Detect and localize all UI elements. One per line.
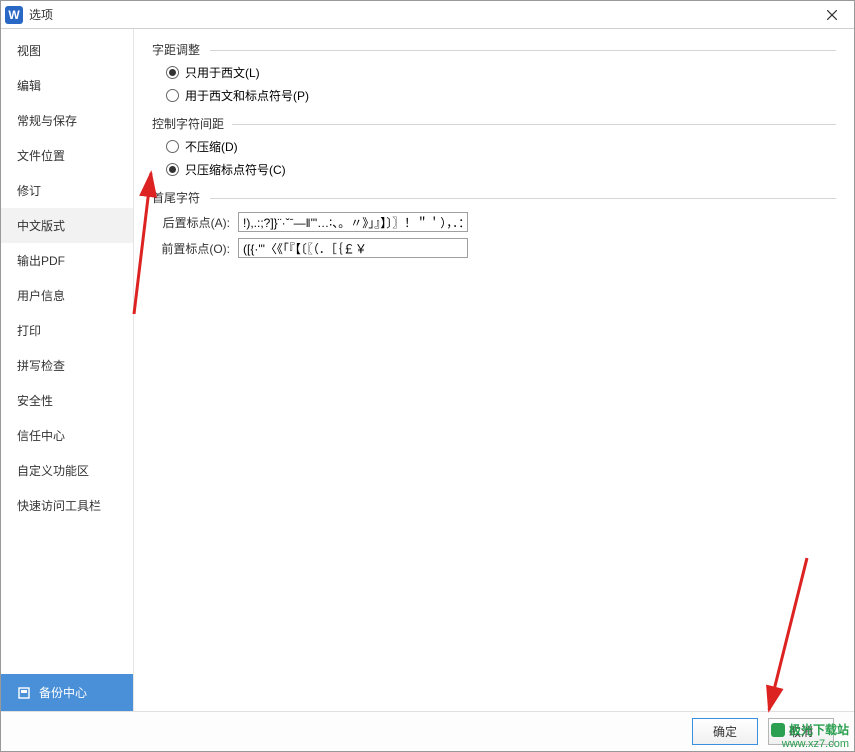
sidebar-item-view[interactable]: 视图 bbox=[1, 33, 133, 68]
radio-label: 只用于西文(L) bbox=[185, 64, 260, 81]
sidebar-item-file-location[interactable]: 文件位置 bbox=[1, 138, 133, 173]
sidebar-item-label: 用户信息 bbox=[17, 289, 65, 303]
backup-center-label: 备份中心 bbox=[39, 684, 87, 701]
sidebar-item-label: 信任中心 bbox=[17, 429, 65, 443]
sidebar-spacer bbox=[1, 523, 133, 674]
sidebar-item-chinese-layout[interactable]: 中文版式 bbox=[1, 208, 133, 243]
trailing-punct-label: 后置标点(A): bbox=[152, 214, 230, 231]
close-icon bbox=[827, 10, 837, 20]
app-icon-letter: W bbox=[8, 8, 19, 22]
radio-label: 只压缩标点符号(C) bbox=[185, 161, 286, 178]
kerning-group: 字距调整 只用于西文(L) 用于西文和标点符号(P) bbox=[152, 41, 836, 107]
body: 视图 编辑 常规与保存 文件位置 修订 中文版式 输出PDF 用户信息 打印 拼… bbox=[1, 29, 854, 711]
app-icon: W bbox=[5, 6, 23, 24]
sidebar-item-label: 编辑 bbox=[17, 79, 41, 93]
sidebar-item-edit[interactable]: 编辑 bbox=[1, 68, 133, 103]
sidebar-item-label: 常规与保存 bbox=[17, 114, 77, 128]
sidebar-item-user-info[interactable]: 用户信息 bbox=[1, 278, 133, 313]
spacing-radio-no-compress[interactable]: 不压缩(D) bbox=[152, 135, 836, 158]
sidebar-item-label: 拼写检查 bbox=[17, 359, 65, 373]
char-spacing-group: 控制字符间距 不压缩(D) 只压缩标点符号(C) bbox=[152, 115, 836, 181]
sidebar-item-label: 安全性 bbox=[17, 394, 53, 408]
leading-punct-row: 前置标点(O): bbox=[152, 235, 836, 261]
sidebar: 视图 编辑 常规与保存 文件位置 修订 中文版式 输出PDF 用户信息 打印 拼… bbox=[1, 29, 134, 711]
ok-button[interactable]: 确定 bbox=[692, 718, 758, 745]
titlebar: W 选项 bbox=[1, 1, 854, 29]
radio-label: 用于西文和标点符号(P) bbox=[185, 87, 309, 104]
button-bar: 确定 取消 bbox=[1, 711, 854, 751]
backup-center-button[interactable]: 备份中心 bbox=[1, 674, 133, 711]
sidebar-item-label: 修订 bbox=[17, 184, 41, 198]
trailing-punct-input[interactable] bbox=[238, 212, 468, 232]
radio-icon bbox=[166, 163, 179, 176]
sidebar-item-security[interactable]: 安全性 bbox=[1, 383, 133, 418]
kerning-radio-latin-only[interactable]: 只用于西文(L) bbox=[152, 61, 836, 84]
radio-label: 不压缩(D) bbox=[185, 138, 238, 155]
divider bbox=[232, 124, 836, 125]
leading-punct-input[interactable] bbox=[238, 238, 468, 258]
content-panel: 字距调整 只用于西文(L) 用于西文和标点符号(P) 控制字符间距 不压缩(D) bbox=[134, 29, 854, 711]
cancel-label: 取消 bbox=[789, 725, 813, 739]
sidebar-item-label: 自定义功能区 bbox=[17, 464, 89, 478]
cancel-button[interactable]: 取消 bbox=[768, 718, 834, 745]
window-title: 选项 bbox=[29, 6, 814, 23]
radio-icon bbox=[166, 66, 179, 79]
sidebar-item-trust-center[interactable]: 信任中心 bbox=[1, 418, 133, 453]
sidebar-item-label: 打印 bbox=[17, 324, 41, 338]
radio-icon bbox=[166, 89, 179, 102]
divider bbox=[210, 198, 836, 199]
spacing-radio-compress-punct[interactable]: 只压缩标点符号(C) bbox=[152, 158, 836, 181]
close-button[interactable] bbox=[814, 2, 850, 28]
sidebar-item-print[interactable]: 打印 bbox=[1, 313, 133, 348]
sidebar-item-label: 视图 bbox=[17, 44, 41, 58]
ok-label: 确定 bbox=[713, 725, 737, 739]
sidebar-item-output-pdf[interactable]: 输出PDF bbox=[1, 243, 133, 278]
trailing-punct-row: 后置标点(A): bbox=[152, 209, 836, 235]
backup-icon bbox=[17, 686, 31, 700]
sidebar-item-general-save[interactable]: 常规与保存 bbox=[1, 103, 133, 138]
kerning-radio-latin-punct[interactable]: 用于西文和标点符号(P) bbox=[152, 84, 836, 107]
sidebar-item-spell-check[interactable]: 拼写检查 bbox=[1, 348, 133, 383]
first-last-char-group: 首尾字符 后置标点(A): 前置标点(O): bbox=[152, 189, 836, 261]
char-spacing-legend: 控制字符间距 bbox=[152, 115, 230, 132]
kerning-legend: 字距调整 bbox=[152, 41, 206, 58]
sidebar-item-revision[interactable]: 修订 bbox=[1, 173, 133, 208]
sidebar-item-customize-ribbon[interactable]: 自定义功能区 bbox=[1, 453, 133, 488]
sidebar-item-label: 文件位置 bbox=[17, 149, 65, 163]
divider bbox=[210, 50, 836, 51]
sidebar-item-label: 快速访问工具栏 bbox=[17, 499, 101, 513]
sidebar-item-label: 中文版式 bbox=[17, 219, 65, 233]
sidebar-item-quick-access[interactable]: 快速访问工具栏 bbox=[1, 488, 133, 523]
leading-punct-label: 前置标点(O): bbox=[152, 240, 230, 257]
options-dialog: W 选项 视图 编辑 常规与保存 文件位置 修订 中文版式 输出PDF 用户信息… bbox=[0, 0, 855, 752]
sidebar-item-label: 输出PDF bbox=[17, 254, 65, 268]
first-last-legend: 首尾字符 bbox=[152, 189, 206, 206]
radio-icon bbox=[166, 140, 179, 153]
